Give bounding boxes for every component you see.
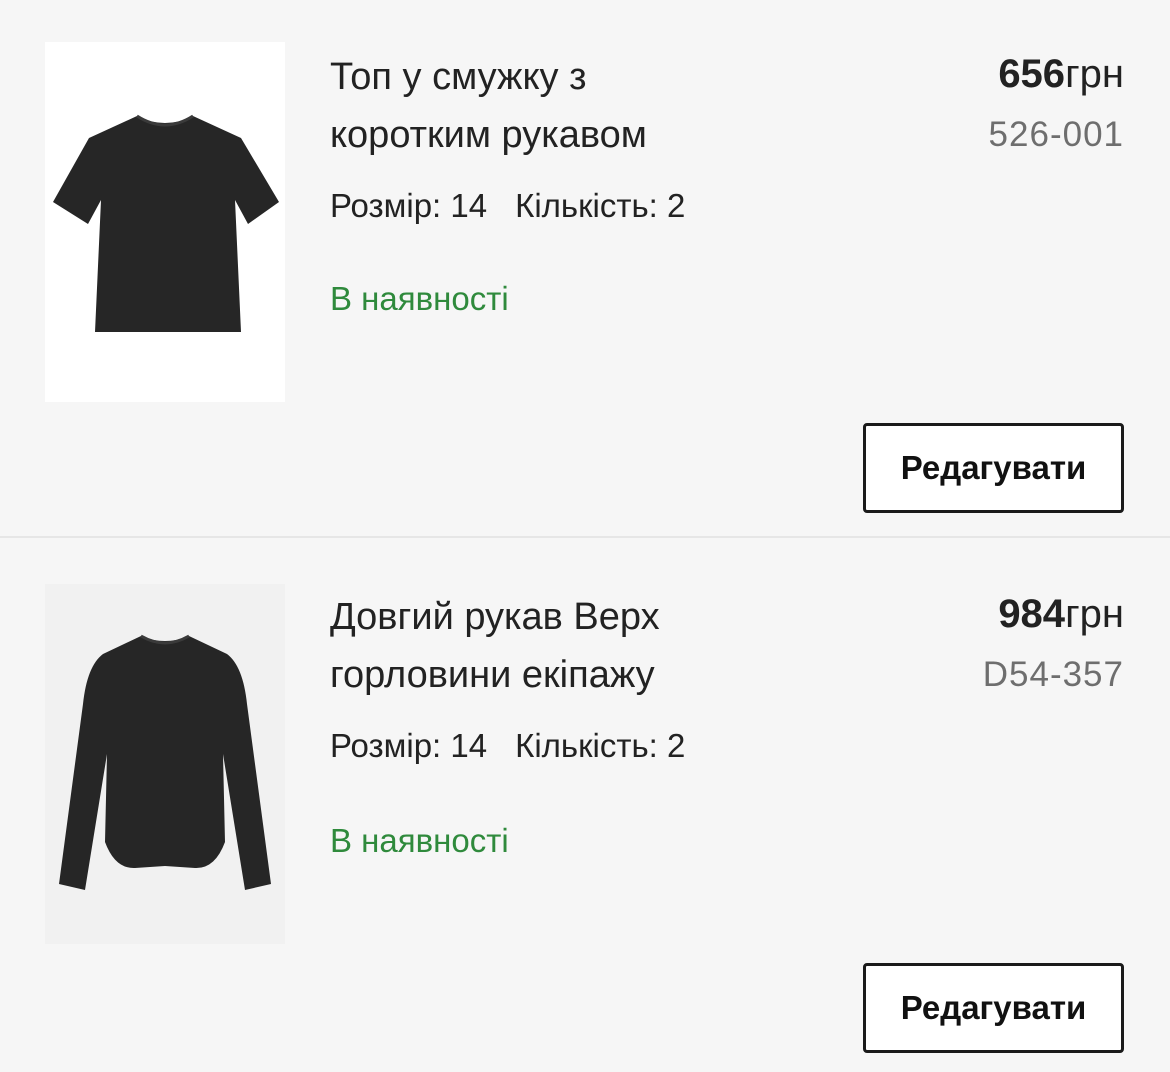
stock-status: В наявності [330,280,509,317]
price: 656грн [998,48,1124,100]
product-title[interactable]: Довгий рукав Верх горловини екіпажу [330,588,750,704]
edit-button[interactable]: Редагувати [863,963,1124,1053]
quantity-label: Кількість: 2 [515,727,686,764]
product-meta: Розмір: 14 Кількість: 2 [330,184,685,228]
stock-status: В наявності [330,822,509,859]
size-label: Розмір: 14 [330,187,488,224]
quantity-label: Кількість: 2 [515,187,686,224]
size-label: Розмір: 14 [330,727,488,764]
product-code: D54-357 [982,655,1124,694]
price-currency: грн [1065,592,1124,636]
long-sleeve-top-icon [59,634,271,890]
product-meta: Розмір: 14 Кількість: 2 [330,724,685,768]
price-amount: 656 [998,52,1066,96]
price: 984грн [998,588,1124,640]
bag-item: Довгий рукав Верх горловини екіпажу Розм… [0,536,1170,1072]
product-code: 526-001 [988,115,1124,154]
price-amount: 984 [998,592,1066,636]
tshirt-icon [53,114,279,332]
bag-item: Топ у смужку з коротким рукавом Розмір: … [0,0,1170,536]
product-image-longsleeve[interactable] [45,584,285,944]
product-title[interactable]: Топ у смужку з коротким рукавом [330,48,750,164]
product-image-tshirt[interactable] [45,42,285,402]
edit-button[interactable]: Редагувати [863,423,1124,513]
price-currency: грн [1065,52,1124,96]
